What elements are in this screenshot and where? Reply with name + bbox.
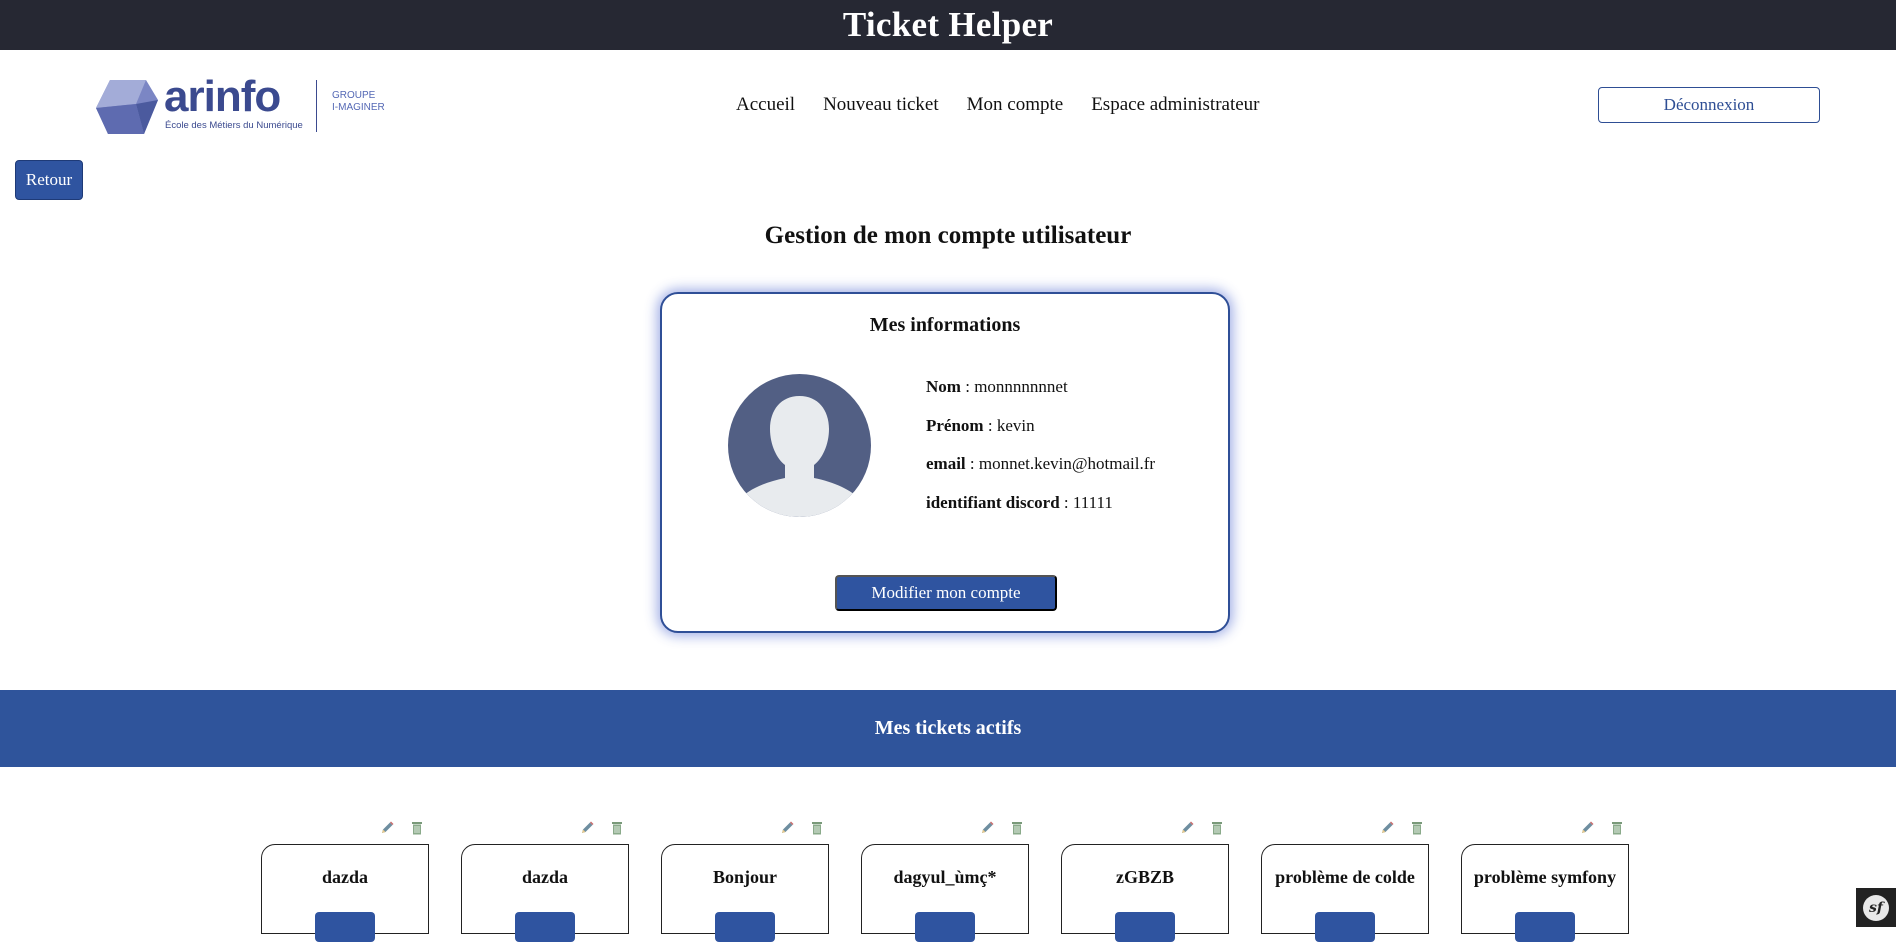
app-title: Ticket Helper [842, 5, 1054, 44]
page-title: Gestion de mon compte utilisateur [764, 222, 1132, 249]
field-nom: Nom : monnnnnnnet [926, 377, 1068, 396]
ticket-actions [379, 820, 425, 836]
field-value: monnet.kevin@hotmail.fr [978, 454, 1156, 473]
ticket-title: Bonjour [712, 867, 777, 887]
edit-account-button[interactable]: Modifier mon compte [835, 575, 1057, 611]
ticket-title: problème de colde [1275, 867, 1415, 887]
logout-button[interactable]: Déconnexion [1598, 87, 1820, 123]
ticket-title: dagyul_ùmç* [893, 867, 997, 887]
ticket-actions [579, 820, 625, 836]
nav-link-nouveau-ticket[interactable]: Nouveau ticket [823, 94, 939, 116]
field-label: Nom [926, 377, 961, 396]
ticket-card: Bonjour [661, 844, 829, 942]
logo-divider [316, 80, 317, 132]
trash-icon[interactable] [1609, 820, 1625, 836]
nav-links: Accueil Nouveau ticket Mon compte Espace… [736, 94, 1260, 116]
pencil-icon[interactable] [779, 820, 795, 836]
symfony-toolbar-toggle[interactable]: sf [1856, 888, 1896, 927]
active-tickets-header: Mes tickets actifs [0, 690, 1896, 767]
ticket-title: dazda [521, 867, 568, 887]
trash-icon[interactable] [409, 820, 425, 836]
ticket-card: dazda [461, 844, 629, 942]
field-prenom: Prénom : kevin [926, 415, 1035, 435]
ticket-open-button[interactable] [315, 912, 375, 942]
field-value: monnnnnnnet [974, 377, 1068, 396]
ticket-open-button[interactable] [915, 912, 975, 942]
field-value: 11111 [1072, 492, 1113, 512]
ticket-title: zGBZB [1115, 867, 1174, 887]
logo-mark-icon [96, 80, 158, 134]
ticket-card: zGBZB [1061, 844, 1229, 942]
pencil-icon[interactable] [379, 820, 395, 836]
ticket-open-button[interactable] [1315, 912, 1375, 942]
pencil-icon[interactable] [1379, 820, 1395, 836]
ticket-title: problème symfony [1473, 867, 1617, 887]
nav-link-accueil[interactable]: Accueil [736, 94, 795, 116]
logo-group-line2: I-MAGINER [332, 102, 385, 113]
ticket-card: problème de colde [1261, 844, 1429, 942]
app-header: Ticket Helper [0, 0, 1896, 50]
pencil-icon[interactable] [979, 820, 995, 836]
trash-icon[interactable] [1209, 820, 1225, 836]
ticket-actions [979, 820, 1025, 836]
ticket-open-button[interactable] [715, 912, 775, 942]
ticket-actions [1579, 820, 1625, 836]
ticket-card: dazda [261, 844, 429, 942]
pencil-icon[interactable] [1579, 820, 1595, 836]
field-value: kevin [996, 415, 1035, 435]
logo-group-line1: GROUPE [332, 90, 376, 101]
ticket-title: dazda [321, 867, 368, 887]
navbar: arinfo École des Métiers du Numérique GR… [0, 50, 1896, 160]
account-info-card: Mes informations Nom : monnnnnnnet Préno… [660, 292, 1230, 633]
pencil-icon[interactable] [1179, 820, 1195, 836]
back-button[interactable]: Retour [15, 160, 83, 200]
ticket-open-button[interactable] [515, 912, 575, 942]
field-label: identifiant discord [926, 492, 1060, 512]
trash-icon[interactable] [809, 820, 825, 836]
symfony-icon: sf [1863, 894, 1889, 921]
nav-link-espace-administrateur[interactable]: Espace administrateur [1091, 94, 1259, 116]
field-discord: identifiant discord : 11111 [926, 492, 1113, 512]
arinfo-logo[interactable]: arinfo École des Métiers du Numérique GR… [96, 72, 396, 136]
pencil-icon[interactable] [579, 820, 595, 836]
ticket-actions [779, 820, 825, 836]
tickets-list: dazda dazda Bonjour dagyul_ùmç* zGBZB problèm… [0, 820, 1896, 942]
field-email: email : monnet.kevin@hotmail.fr [926, 454, 1156, 473]
user-avatar-icon [728, 374, 871, 517]
ticket-open-button[interactable] [1515, 912, 1575, 942]
field-label: email [926, 454, 966, 473]
trash-icon[interactable] [1409, 820, 1425, 836]
active-tickets-title: Mes tickets actifs [874, 717, 1022, 739]
nav-link-mon-compte[interactable]: Mon compte [967, 94, 1064, 116]
trash-icon[interactable] [609, 820, 625, 836]
card-title: Mes informations [869, 314, 1021, 336]
ticket-card: problème symfony [1461, 844, 1629, 942]
logo-word: arinfo [164, 72, 281, 121]
ticket-actions [1179, 820, 1225, 836]
account-fields: Nom : monnnnnnnet Prénom : kevin email :… [926, 377, 1155, 531]
ticket-card: dagyul_ùmç* [861, 844, 1029, 942]
ticket-open-button[interactable] [1115, 912, 1175, 942]
logo-group: GROUPE I-MAGINER [332, 90, 385, 114]
field-label: Prénom [926, 415, 984, 435]
logo-tagline: École des Métiers du Numérique [165, 120, 303, 131]
ticket-actions [1379, 820, 1425, 836]
trash-icon[interactable] [1009, 820, 1025, 836]
